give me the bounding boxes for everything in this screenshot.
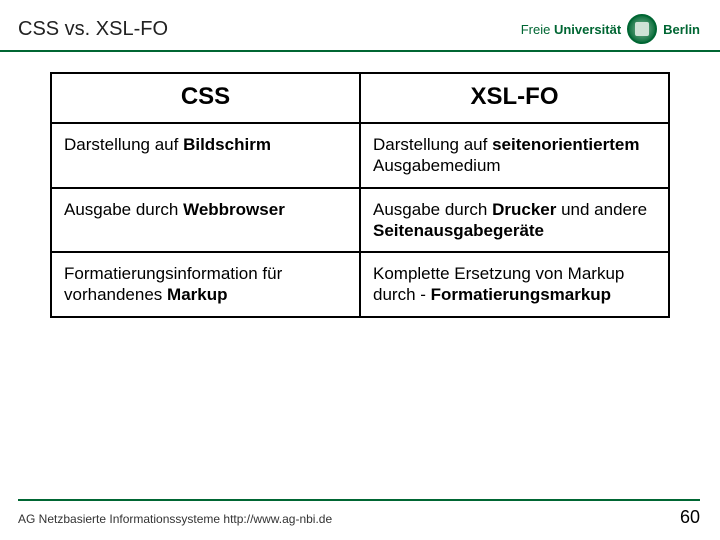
- cell-css-1: Darstellung auf Bildschirm: [51, 123, 360, 188]
- table-row: Darstellung auf Bildschirm Darstellung a…: [51, 123, 669, 188]
- header: CSS vs. XSL-FO Freie Universität Berlin: [0, 0, 720, 50]
- col-header-css: CSS: [51, 73, 360, 123]
- cell-xslfo-2: Ausgabe durch Drucker und andere Seitena…: [360, 188, 669, 253]
- cell-css-2: Ausgabe durch Webbrowser: [51, 188, 360, 253]
- logo-city: Berlin: [663, 22, 700, 37]
- table-row: Ausgabe durch Webbrowser Ausgabe durch D…: [51, 188, 669, 253]
- content: CSS XSL-FO Darstellung auf Bildschirm Da…: [0, 52, 720, 318]
- comparison-table: CSS XSL-FO Darstellung auf Bildschirm Da…: [50, 72, 670, 318]
- footer: AG Netzbasierte Informationssysteme http…: [0, 499, 720, 528]
- col-header-xslfo: XSL-FO: [360, 73, 669, 123]
- university-logo: Freie Universität Berlin: [521, 14, 700, 44]
- seal-icon: [627, 14, 657, 44]
- cell-css-3: Formatierungsinformation für vorhandenes…: [51, 252, 360, 317]
- page-title: CSS vs. XSL-FO: [18, 18, 168, 41]
- table-row: Formatierungsinformation für vorhandenes…: [51, 252, 669, 317]
- page-number: 60: [680, 507, 700, 528]
- divider-bottom: [18, 499, 700, 501]
- cell-xslfo-1: Darstellung auf seitenorientiertem Ausga…: [360, 123, 669, 188]
- cell-xslfo-3: Komplette Ersetzung von Markup durch - F…: [360, 252, 669, 317]
- table-header-row: CSS XSL-FO: [51, 73, 669, 123]
- logo-text: Freie Universität: [521, 22, 621, 37]
- footer-org: AG Netzbasierte Informationssysteme http…: [18, 512, 332, 526]
